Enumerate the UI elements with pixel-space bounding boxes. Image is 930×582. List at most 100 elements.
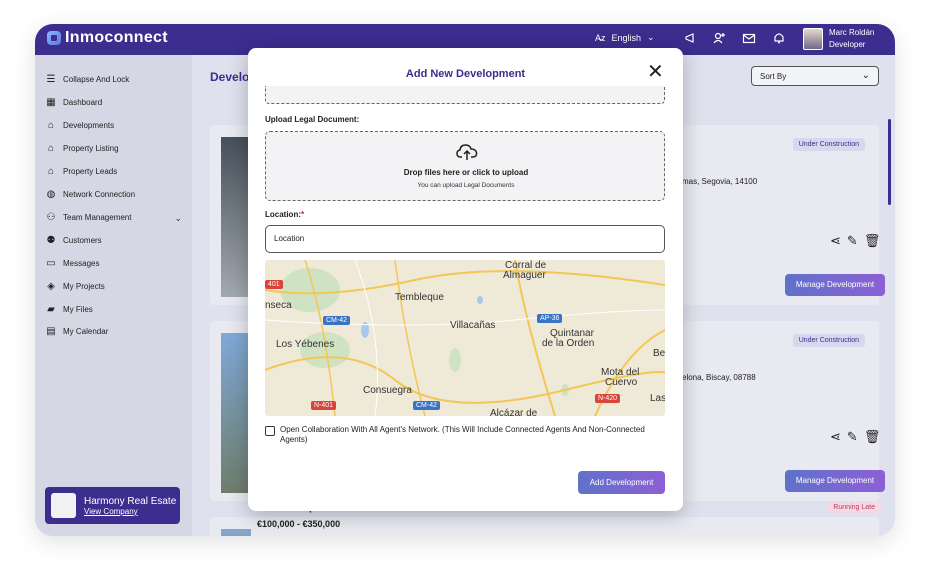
development-address: mas, Segovia, 14100 bbox=[682, 177, 758, 186]
projects-icon: ◈ bbox=[47, 280, 55, 292]
folder-icon: ▰ bbox=[47, 303, 55, 315]
sidebar-item-label: Property Listing bbox=[63, 143, 119, 153]
sort-by-select[interactable]: Sort By ⌄ bbox=[751, 66, 879, 86]
bell-icon[interactable] bbox=[771, 31, 787, 47]
sidebar-item-label: Developments bbox=[63, 120, 115, 130]
sidebar-item-collapse[interactable]: ☰ Collapse And Lock bbox=[45, 70, 130, 88]
megaphone-icon[interactable] bbox=[683, 31, 699, 47]
location-label-text: Location: bbox=[265, 210, 301, 219]
sidebar-item-property-leads[interactable]: ⌂ Property Leads bbox=[45, 162, 117, 180]
sidebar-item-my-files[interactable]: ▰ My Files bbox=[45, 300, 93, 318]
previous-upload-zone[interactable] bbox=[265, 86, 665, 104]
property-listing-icon: ⌂ bbox=[47, 142, 55, 154]
scrollbar[interactable] bbox=[888, 119, 891, 205]
sidebar-item-network-connection[interactable]: ◍ Network Connection bbox=[45, 185, 135, 203]
map-label-be: Be bbox=[653, 348, 665, 359]
open-collaboration-label: Open Collaboration With All Agent's Netw… bbox=[280, 425, 645, 444]
menu-icon: ☰ bbox=[46, 73, 56, 85]
company-name: Harmony Real Esate bbox=[84, 495, 177, 507]
user-name: Marc Roldán bbox=[829, 28, 875, 37]
sidebar-item-my-calendar[interactable]: ▤ My Calendar bbox=[45, 322, 108, 340]
status-badge: Under Construction bbox=[792, 138, 865, 151]
map-label-consuegra: Consuegra bbox=[363, 385, 412, 396]
status-badge: Running Late bbox=[827, 501, 881, 514]
user-role: Developer bbox=[829, 40, 866, 49]
cloud-upload-icon bbox=[456, 144, 478, 160]
modal-title: Add New Development bbox=[405, 68, 526, 80]
sidebar-item-label: My Calendar bbox=[63, 326, 109, 336]
location-label: Location:* bbox=[265, 210, 304, 219]
location-map[interactable]: Corral de Almaguer nseca Tembleque Villa… bbox=[265, 260, 665, 416]
legal-document-dropzone[interactable]: Drop files here or click to upload You c… bbox=[265, 131, 665, 201]
mail-icon[interactable] bbox=[741, 31, 757, 47]
edit-icon[interactable]: ✎ bbox=[847, 429, 858, 445]
language-selector[interactable]: A̶z English ⌄ bbox=[595, 32, 655, 43]
map-label-quintanar-2: de la Orden bbox=[542, 338, 595, 349]
dashboard-icon: ▦ bbox=[46, 96, 56, 108]
logo-icon bbox=[47, 31, 61, 45]
add-development-button[interactable]: Add Development bbox=[578, 471, 665, 494]
upload-hint: You can upload Legal Documents bbox=[417, 182, 515, 189]
required-marker: * bbox=[301, 210, 305, 219]
add-user-icon[interactable] bbox=[711, 31, 727, 47]
development-image bbox=[221, 529, 251, 536]
translate-icon: A̶z bbox=[595, 32, 606, 43]
card-actions: ⋖ ✎ 🗑 bbox=[830, 233, 880, 249]
chevron-down-icon[interactable]: ⌄ bbox=[174, 213, 182, 224]
development-price: €100,000 - €350,000 bbox=[257, 519, 341, 529]
development-address: elona, Biscay, 08788 bbox=[682, 373, 756, 382]
close-icon[interactable]: ✕ bbox=[647, 62, 664, 82]
sort-by-label: Sort By bbox=[760, 72, 787, 81]
developments-icon: ⌂ bbox=[47, 119, 55, 131]
messages-icon: ▭ bbox=[46, 257, 56, 269]
status-badge: Under Construction bbox=[792, 334, 865, 347]
calendar-icon: ▤ bbox=[46, 325, 56, 337]
sidebar-item-developments[interactable]: ⌂ Developments bbox=[45, 116, 114, 134]
team-icon: ⚇ bbox=[46, 211, 56, 223]
sidebar-item-customers[interactable]: ⚉ Customers bbox=[45, 231, 102, 249]
manage-development-button[interactable]: Manage Development bbox=[785, 274, 885, 296]
edit-icon[interactable]: ✎ bbox=[847, 233, 858, 249]
company-card[interactable]: Harmony Real Esate View Company bbox=[45, 487, 180, 524]
avatar bbox=[803, 28, 823, 50]
location-input[interactable]: Location bbox=[265, 225, 665, 253]
add-development-modal: Add New Development ✕ Upload Legal Docum… bbox=[248, 48, 683, 511]
map-background bbox=[265, 260, 665, 416]
app-logo[interactable]: Inmoconnect bbox=[47, 29, 168, 47]
sidebar-item-label: Dashboard bbox=[63, 97, 103, 107]
sidebar-item-label: Team Management bbox=[63, 212, 132, 222]
card-actions: ⋖ ✎ 🗑 bbox=[830, 429, 880, 445]
sidebar-item-team-management[interactable]: ⚇ Team Management bbox=[45, 208, 132, 226]
sidebar-item-property-listing[interactable]: ⌂ Property Listing bbox=[45, 139, 119, 157]
manage-development-button[interactable]: Manage Development bbox=[785, 470, 885, 492]
map-label-tembleque: Tembleque bbox=[395, 292, 444, 303]
map-label-las: Las bbox=[650, 393, 665, 404]
map-label-mota-2: Cuervo bbox=[605, 377, 638, 388]
open-collaboration-option[interactable]: Open Collaboration With All Agent's Netw… bbox=[265, 425, 665, 445]
sidebar-item-messages[interactable]: ▭ Messages bbox=[45, 254, 99, 272]
chevron-down-icon: ⌄ bbox=[647, 32, 655, 42]
road-badge: AP-36 bbox=[537, 314, 563, 323]
road-badge: N-401 bbox=[311, 401, 337, 410]
map-label-alcazar: Alcázar de bbox=[490, 408, 538, 416]
user-menu[interactable]: Marc Roldán Developer bbox=[803, 27, 874, 51]
road-badge: CM-42 bbox=[323, 316, 351, 325]
open-collaboration-checkbox[interactable] bbox=[265, 426, 275, 436]
delete-icon[interactable]: 🗑 bbox=[864, 429, 881, 445]
share-icon[interactable]: ⋖ bbox=[830, 429, 841, 445]
sidebar: ☰ Collapse And Lock ▦ Dashboard ⌂ Develo… bbox=[35, 55, 192, 536]
map-label-almaguer: Almaguer bbox=[503, 270, 546, 281]
map-label-yebenes: Los Yébenes bbox=[276, 339, 335, 350]
view-company-link[interactable]: View Company bbox=[84, 507, 176, 516]
road-badge: 401 bbox=[265, 280, 283, 289]
sidebar-item-my-projects[interactable]: ◈ My Projects bbox=[45, 277, 105, 295]
road-badge: N-420 bbox=[595, 394, 621, 403]
globe-icon: ◍ bbox=[46, 188, 56, 200]
delete-icon[interactable]: 🗑 bbox=[864, 233, 881, 249]
upload-legal-label: Upload Legal Document: bbox=[265, 115, 360, 124]
share-icon[interactable]: ⋖ bbox=[830, 233, 841, 249]
road-badge: CM-42 bbox=[413, 401, 441, 410]
sidebar-item-dashboard[interactable]: ▦ Dashboard bbox=[45, 93, 102, 111]
sidebar-item-label: Network Connection bbox=[63, 189, 136, 199]
sidebar-item-label: Customers bbox=[63, 235, 102, 245]
